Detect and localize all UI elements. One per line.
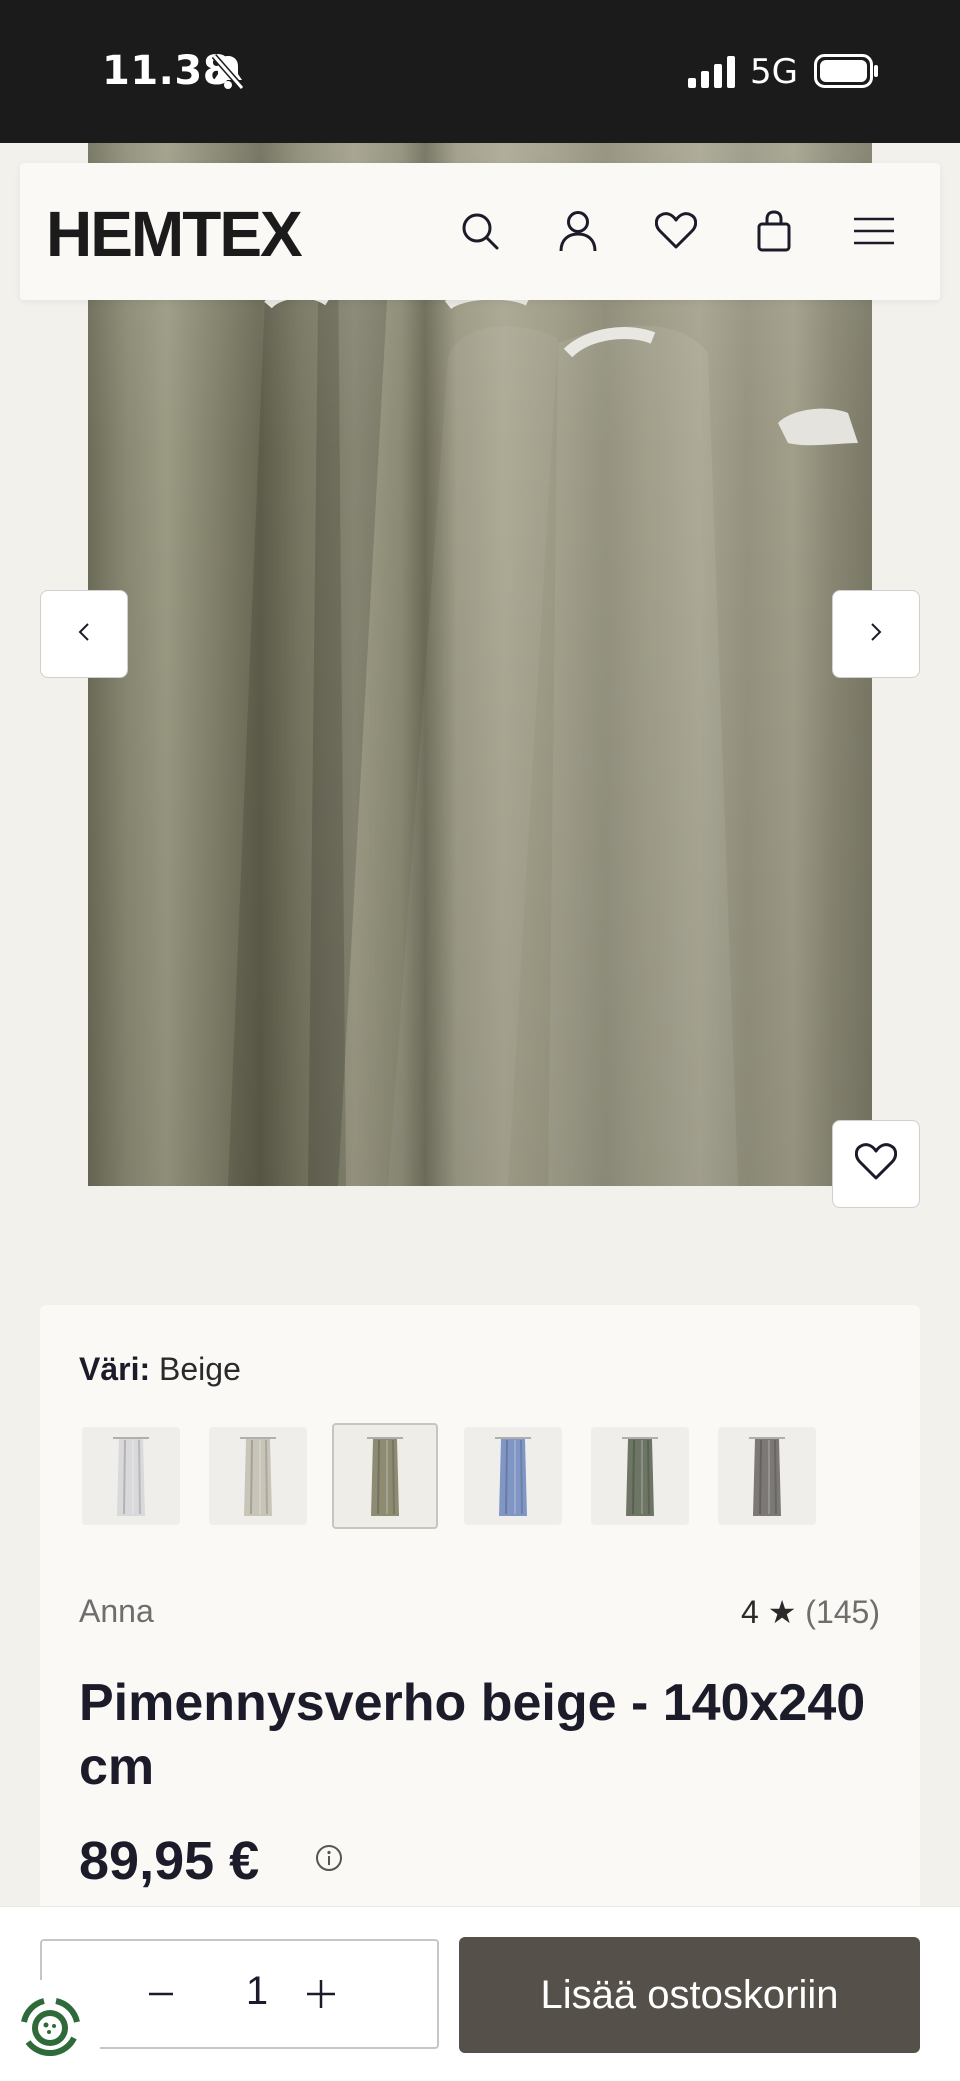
network-label: 5G <box>750 52 798 92</box>
swatch-grey[interactable] <box>718 1427 816 1525</box>
gallery-prev-button[interactable] <box>40 590 128 678</box>
add-to-wishlist-button[interactable] <box>832 1120 920 1208</box>
curtain-thumbnail <box>367 1437 403 1516</box>
product-rating[interactable]: 4 ★ (145) <box>741 1593 880 1631</box>
recycle-icon <box>14 1992 86 2069</box>
brand-name[interactable]: Anna <box>79 1593 154 1630</box>
chevron-left-icon <box>76 620 92 649</box>
eco-badge[interactable] <box>0 1980 100 2081</box>
plus-icon[interactable] <box>304 1973 338 2018</box>
status-bar: 11.38 5G <box>0 0 960 143</box>
hemtex-logo[interactable]: HEMTEX <box>46 197 303 271</box>
menu-icon[interactable] <box>846 205 902 257</box>
swatch-white[interactable] <box>82 1427 180 1525</box>
swatch-blue[interactable] <box>464 1427 562 1525</box>
color-label: Väri: <box>79 1351 151 1387</box>
quantity-value[interactable]: 1 <box>232 1969 282 2014</box>
color-selection-label: Väri: Beige <box>79 1351 241 1388</box>
account-icon[interactable] <box>552 205 604 257</box>
site-header: HEMTEX <box>20 163 940 300</box>
info-icon[interactable] <box>314 1843 344 1878</box>
add-to-cart-button[interactable]: Lisää ostoskoriin <box>459 1937 920 2053</box>
product-info-card: Väri: Beige Anna 4 ★ (145) Pimennysverho… <box>40 1305 920 1925</box>
curtain-thumbnail <box>240 1437 276 1516</box>
color-value: Beige <box>159 1351 241 1387</box>
gallery-next-button[interactable] <box>832 590 920 678</box>
heart-icon[interactable] <box>650 205 702 257</box>
curtain-thumbnail <box>622 1437 658 1516</box>
swatch-light-beige[interactable] <box>209 1427 307 1525</box>
swatch-beige[interactable] <box>332 1423 438 1529</box>
product-title: Pimennysverho beige - 140x240 cm <box>79 1674 866 1796</box>
product-price: 89,95 € <box>79 1831 260 1891</box>
bell-slash-icon <box>210 52 246 97</box>
search-icon[interactable] <box>454 205 506 257</box>
battery-icon <box>814 54 880 93</box>
rating-value: 4 ★ <box>741 1594 797 1630</box>
curtain-thumbnail <box>495 1437 531 1516</box>
signal-icon <box>688 56 738 93</box>
curtain-thumbnail <box>749 1437 785 1516</box>
swatch-green[interactable] <box>591 1427 689 1525</box>
review-count: (145) <box>805 1594 880 1630</box>
minus-icon[interactable] <box>146 1979 176 2014</box>
curtain-thumbnail <box>113 1437 149 1516</box>
chevron-right-icon <box>868 620 884 649</box>
bag-icon[interactable] <box>748 205 800 257</box>
heart-icon <box>854 1142 898 1186</box>
add-to-cart-bar: 1 Lisää ostoskoriin <box>0 1906 960 2081</box>
